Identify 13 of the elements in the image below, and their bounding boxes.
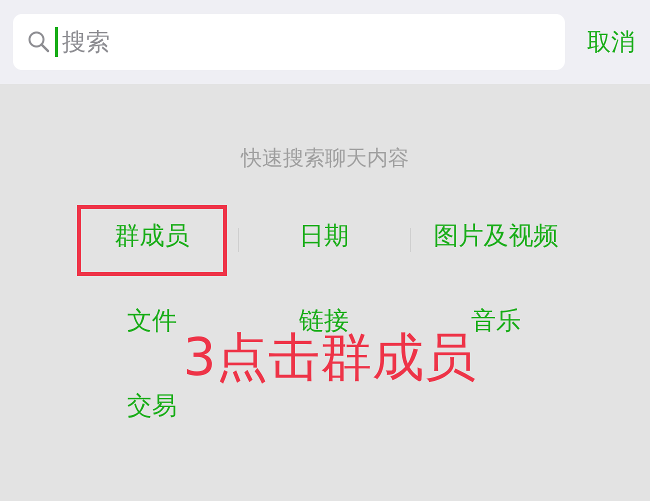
category-link[interactable]: 音乐 <box>471 306 521 336</box>
search-icon <box>27 30 51 54</box>
category-link[interactable]: 群成员 <box>77 204 227 276</box>
category-link[interactable]: 文件 <box>127 306 177 336</box>
category-link[interactable]: 交易 <box>127 391 177 421</box>
category-link[interactable]: 图片及视频 <box>434 221 558 251</box>
category-link[interactable]: 日期 <box>299 221 349 251</box>
cancel-button[interactable]: 取消 <box>587 26 637 58</box>
search-bar[interactable]: 搜索 <box>13 14 565 70</box>
hint-text: 快速搜索聊天内容 <box>240 145 410 172</box>
search-field[interactable]: 搜索 <box>62 28 522 56</box>
text-cursor <box>55 27 58 57</box>
category-link[interactable]: 链接 <box>299 306 349 336</box>
